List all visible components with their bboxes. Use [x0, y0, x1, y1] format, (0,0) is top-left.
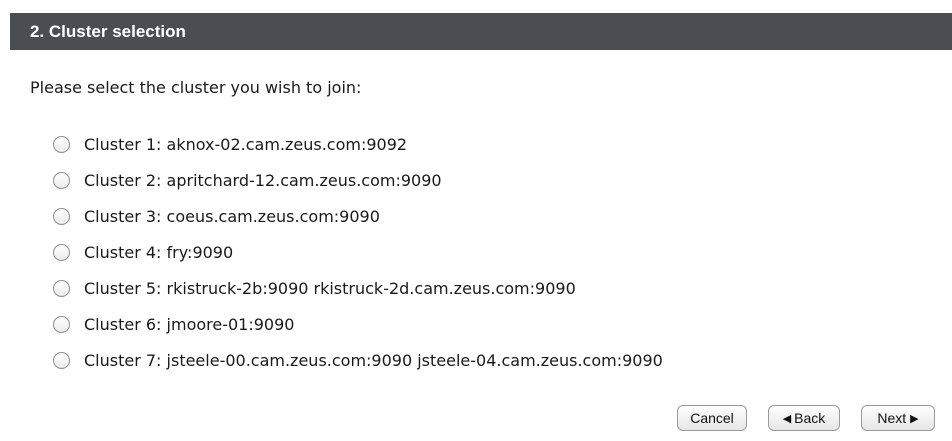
- selection-prompt: Please select the cluster you wish to jo…: [30, 78, 362, 97]
- cluster-option-label: Cluster 7: jsteele-00.cam.zeus.com:9090 …: [84, 350, 663, 370]
- back-button[interactable]: ◀ Back: [768, 405, 840, 431]
- cluster-option-label: Cluster 2: apritchard-12.cam.zeus.com:90…: [84, 170, 442, 190]
- cluster-option-2[interactable]: Cluster 2: apritchard-12.cam.zeus.com:90…: [53, 162, 663, 198]
- next-button[interactable]: Next ▶: [861, 405, 935, 431]
- back-button-label: Back: [794, 410, 826, 426]
- radio-button[interactable]: [53, 279, 70, 297]
- triangle-left-icon: ◀: [782, 411, 792, 425]
- cluster-option-label: Cluster 1: aknox-02.cam.zeus.com:9092: [84, 134, 408, 154]
- cluster-option-7[interactable]: Cluster 7: jsteele-00.cam.zeus.com:9090 …: [53, 342, 663, 378]
- wizard-button-bar: Cancel ◀ Back Next ▶: [0, 405, 952, 433]
- radio-button[interactable]: [53, 315, 70, 333]
- radio-button[interactable]: [53, 135, 70, 153]
- radio-button[interactable]: [53, 171, 70, 189]
- cluster-option-label: Cluster 3: coeus.cam.zeus.com:9090: [84, 206, 380, 226]
- cluster-radio-group: Cluster 1: aknox-02.cam.zeus.com:9092 Cl…: [53, 126, 663, 378]
- cluster-option-3[interactable]: Cluster 3: coeus.cam.zeus.com:9090: [53, 198, 663, 234]
- section-title: 2. Cluster selection: [30, 21, 186, 41]
- radio-button[interactable]: [53, 207, 70, 225]
- cluster-option-4[interactable]: Cluster 4: fry:9090: [53, 234, 663, 270]
- cluster-option-label: Cluster 5: rkistruck-2b:9090 rkistruck-2…: [84, 278, 576, 298]
- radio-button[interactable]: [53, 243, 70, 261]
- cancel-button[interactable]: Cancel: [677, 405, 747, 431]
- section-header: 2. Cluster selection: [10, 13, 952, 50]
- radio-button[interactable]: [53, 351, 70, 369]
- cluster-option-6[interactable]: Cluster 6: jmoore-01:9090: [53, 306, 663, 342]
- triangle-right-icon: ▶: [910, 411, 919, 425]
- cancel-button-label: Cancel: [690, 410, 734, 426]
- cluster-option-1[interactable]: Cluster 1: aknox-02.cam.zeus.com:9092: [53, 126, 663, 162]
- next-button-label: Next: [877, 410, 907, 426]
- cluster-option-label: Cluster 4: fry:9090: [84, 242, 234, 262]
- cluster-option-5[interactable]: Cluster 5: rkistruck-2b:9090 rkistruck-2…: [53, 270, 663, 306]
- cluster-option-label: Cluster 6: jmoore-01:9090: [84, 314, 295, 334]
